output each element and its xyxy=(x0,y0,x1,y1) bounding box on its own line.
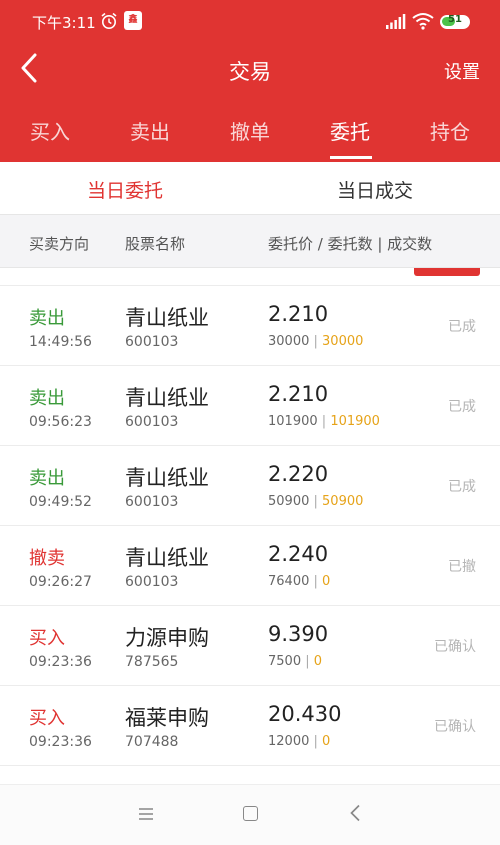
top-tab-bar: 买入 卖出 撤单 委托 持仓 xyxy=(0,106,500,162)
order-direction: 卖出 xyxy=(29,388,65,409)
filled-quantity: 50900 xyxy=(322,494,364,509)
nav-back-icon[interactable] xyxy=(349,804,361,822)
tab-sell[interactable]: 卖出 xyxy=(100,116,200,145)
status-bar: 下午3:11 鑫 51 xyxy=(0,0,500,42)
filled-quantity: 0 xyxy=(322,734,331,749)
order-direction: 撤卖 xyxy=(29,548,65,569)
qty-separator: | xyxy=(313,494,318,509)
qty-separator: | xyxy=(305,654,310,669)
filled-quantity: 101900 xyxy=(330,414,380,429)
list-item[interactable]: 卖出 09:56:23 青山纸业 600103 2.210 101900 | 1… xyxy=(0,366,500,446)
stock-name: 福莱申购 xyxy=(125,706,209,730)
partial-action-button[interactable] xyxy=(414,268,480,276)
header: 下午3:11 鑫 51 交易 设置 买入 卖出 撤单 委托 持仓 xyxy=(0,0,500,162)
order-time: 09:49:52 xyxy=(29,494,92,510)
stock-code: 600103 xyxy=(125,494,179,510)
order-price: 9.390 xyxy=(268,622,329,646)
qty-separator: | xyxy=(313,334,318,349)
order-time: 09:23:36 xyxy=(29,654,92,670)
app-badge-icon: 鑫 xyxy=(124,11,142,30)
filled-quantity: 0 xyxy=(313,654,323,669)
stock-code: 787565 xyxy=(125,654,179,670)
list-item[interactable]: 卖出 14:49:56 青山纸业 600103 2.210 30000 | 30… xyxy=(0,286,500,366)
list-item[interactable]: 买入 09:23:36 福莱申购 707488 20.430 12000 | 0… xyxy=(0,686,500,766)
order-quantity-line: 30000 | 30000 xyxy=(268,334,363,349)
signal-icon xyxy=(386,14,406,29)
stock-name: 力源申购 xyxy=(125,626,209,650)
home-icon[interactable] xyxy=(243,806,258,821)
order-quantity-line: 12000 | 0 xyxy=(268,734,330,749)
status-time: 下午3:11 xyxy=(32,14,96,32)
order-status: 已撤 xyxy=(448,559,476,575)
column-price-qty: 委托价 / 委托数 | 成交数 xyxy=(268,235,433,253)
order-quantity: 7500 xyxy=(268,654,302,669)
battery-icon: 51 xyxy=(440,14,470,29)
filled-quantity: 0 xyxy=(322,574,331,589)
order-quantity: 12000 xyxy=(268,734,310,749)
column-stock-name: 股票名称 xyxy=(125,235,186,253)
subtab-today-orders[interactable]: 当日委托 xyxy=(0,176,250,203)
stock-code: 600103 xyxy=(125,334,179,350)
filled-quantity: 30000 xyxy=(322,334,364,349)
qty-separator: | xyxy=(313,574,318,589)
order-status: 已确认 xyxy=(434,639,476,655)
stock-code: 600103 xyxy=(125,574,179,590)
order-direction: 买入 xyxy=(29,708,65,729)
settings-button[interactable]: 设置 xyxy=(444,58,480,84)
order-quantity-line: 50900 | 50900 xyxy=(268,494,363,509)
order-status: 已成 xyxy=(448,319,476,335)
active-tab-indicator xyxy=(330,156,372,159)
column-direction: 买卖方向 xyxy=(29,235,90,253)
partial-list-item xyxy=(0,268,500,286)
stock-name: 青山纸业 xyxy=(125,546,209,570)
order-time: 09:23:36 xyxy=(29,734,92,750)
subtab-today-trades[interactable]: 当日成交 xyxy=(250,176,500,203)
order-status: 已确认 xyxy=(434,719,476,735)
list-item[interactable]: 卖出 09:49:52 青山纸业 600103 2.220 50900 | 50… xyxy=(0,446,500,526)
order-time: 09:56:23 xyxy=(29,414,92,430)
order-price: 2.240 xyxy=(268,542,329,566)
alarm-clock-icon xyxy=(101,12,117,29)
order-time: 09:26:27 xyxy=(29,574,92,590)
order-quantity: 30000 xyxy=(268,334,310,349)
sub-tab-bar: 当日委托 当日成交 xyxy=(0,162,500,214)
battery-percent: 51 xyxy=(448,14,462,25)
order-list[interactable]: 卖出 14:49:56 青山纸业 600103 2.210 30000 | 30… xyxy=(0,268,500,784)
order-quantity-line: 7500 | 0 xyxy=(268,654,322,669)
order-quantity: 50900 xyxy=(268,494,310,509)
menu-icon[interactable] xyxy=(138,807,154,821)
order-quantity-line: 101900 | 101900 xyxy=(268,414,380,429)
order-quantity: 101900 xyxy=(268,414,318,429)
page-title: 交易 xyxy=(229,60,271,84)
order-quantity: 76400 xyxy=(268,574,310,589)
order-price: 2.220 xyxy=(268,462,329,486)
wifi-icon xyxy=(412,13,434,30)
stock-code: 600103 xyxy=(125,414,179,430)
nav-bar: 交易 设置 xyxy=(0,42,500,98)
order-price: 20.430 xyxy=(268,702,342,726)
order-price: 2.210 xyxy=(268,302,329,326)
order-status: 已成 xyxy=(448,399,476,415)
order-direction: 卖出 xyxy=(29,468,65,489)
order-time: 14:49:56 xyxy=(29,334,92,350)
column-header: 买卖方向 股票名称 委托价 / 委托数 | 成交数 xyxy=(0,214,500,268)
tab-buy[interactable]: 买入 xyxy=(0,116,100,145)
tab-cancel-order[interactable]: 撤单 xyxy=(200,116,300,145)
list-item[interactable]: 撤卖 09:26:27 青山纸业 600103 2.240 76400 | 0 … xyxy=(0,526,500,606)
order-direction: 买入 xyxy=(29,628,65,649)
system-nav-bar xyxy=(0,784,500,845)
order-quantity-line: 76400 | 0 xyxy=(268,574,330,589)
stock-name: 青山纸业 xyxy=(125,466,209,490)
stock-name: 青山纸业 xyxy=(125,306,209,330)
tab-orders[interactable]: 委托 xyxy=(300,116,400,145)
order-direction: 卖出 xyxy=(29,308,65,329)
tab-positions[interactable]: 持仓 xyxy=(400,116,500,145)
qty-separator: | xyxy=(313,734,318,749)
order-status: 已成 xyxy=(448,479,476,495)
list-item[interactable]: 买入 09:23:36 力源申购 787565 9.390 7500 | 0 已… xyxy=(0,606,500,686)
qty-separator: | xyxy=(321,414,327,429)
stock-code: 707488 xyxy=(125,734,179,750)
order-price: 2.210 xyxy=(268,382,329,406)
stock-name: 青山纸业 xyxy=(125,386,209,410)
